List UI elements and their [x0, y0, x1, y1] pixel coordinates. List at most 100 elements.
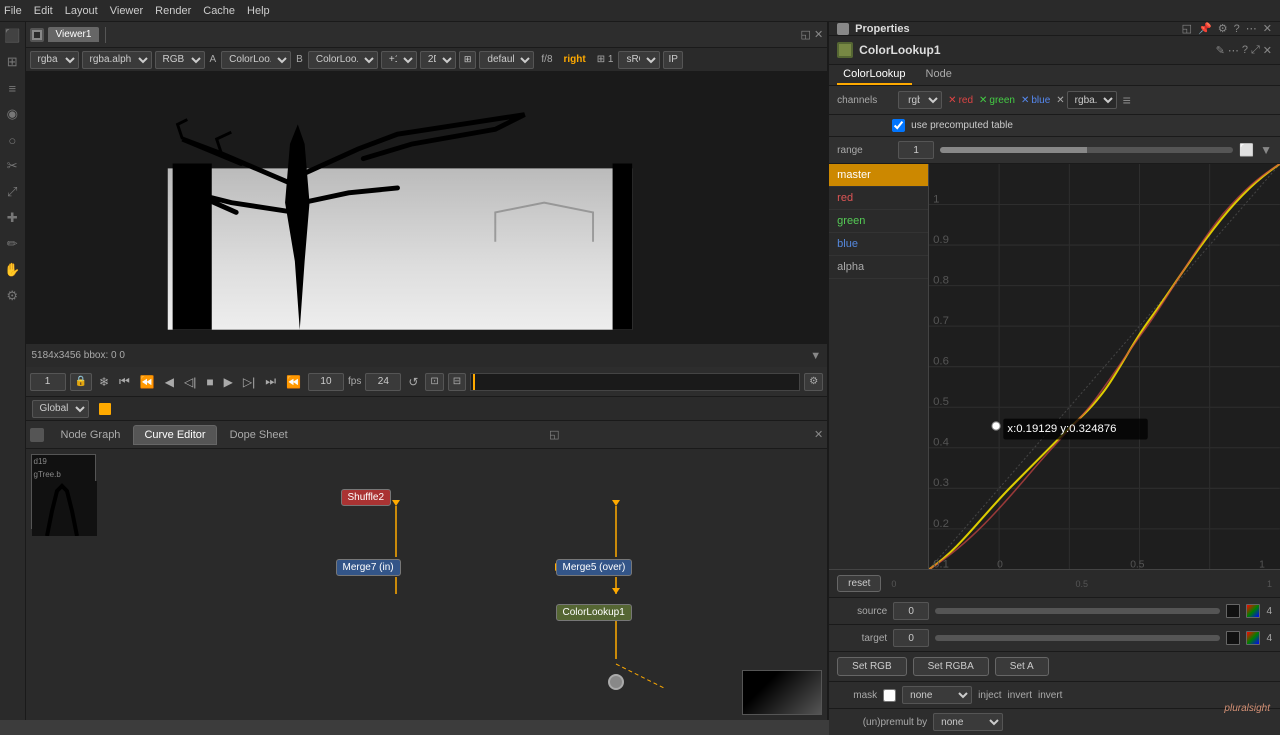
- sidebar-icon-paint[interactable]: ✏: [2, 234, 22, 254]
- channel-blue[interactable]: ✕ blue: [1021, 95, 1050, 106]
- range-slider[interactable]: [940, 147, 1233, 153]
- invert-btn[interactable]: invert: [1008, 690, 1032, 701]
- sidebar-icon-crop[interactable]: ✂: [2, 156, 22, 176]
- menu-edit[interactable]: Edit: [34, 5, 53, 17]
- colorspace-dropdown[interactable]: RGB: [155, 51, 205, 69]
- range-input[interactable]: [898, 141, 934, 159]
- ip-btn[interactable]: IP: [663, 51, 682, 69]
- range-white-btn[interactable]: ⬜: [1239, 143, 1254, 157]
- node-more-btn[interactable]: ⋯: [1228, 44, 1239, 57]
- node-close-btn[interactable]: ✕: [1263, 44, 1272, 57]
- timeline-settings-btn[interactable]: ⚙: [804, 373, 823, 391]
- channel-red-item[interactable]: red: [829, 187, 928, 210]
- panel-expand-btn[interactable]: ◱: [549, 428, 559, 441]
- rev-play-btn[interactable]: ◁|: [181, 374, 199, 390]
- scope-dropdown[interactable]: Global: [32, 400, 89, 418]
- viewer-close-btn[interactable]: ✕: [814, 28, 823, 41]
- unpremult-dropdown[interactable]: none: [933, 713, 1003, 731]
- props-float-btn[interactable]: ◱: [1182, 22, 1192, 35]
- panel-close-btn[interactable]: ✕: [814, 428, 823, 441]
- merge2-node[interactable]: Merge5 (over): [556, 559, 633, 576]
- merge1-node[interactable]: Merge7 (in): [336, 559, 401, 576]
- roi-btn[interactable]: ⊟: [448, 373, 466, 391]
- menu-help[interactable]: Help: [247, 5, 270, 17]
- channel-alpha-item[interactable]: alpha: [829, 256, 928, 279]
- props-help-btn[interactable]: ?: [1234, 23, 1240, 35]
- target-input[interactable]: [893, 629, 929, 647]
- rgba-x[interactable]: ✕: [1056, 95, 1064, 106]
- format-btn[interactable]: ⊞: [459, 51, 477, 69]
- precomp-checkbox[interactable]: [892, 119, 905, 132]
- curve-graph[interactable]: 1 0.9 0.8 0.7 0.6 0.5 0.4 0.3 0.2 0.1 0 …: [929, 164, 1280, 569]
- sidebar-icon-layers[interactable]: ≡: [2, 78, 22, 98]
- red-x[interactable]: ✕: [948, 95, 956, 106]
- menu-layout[interactable]: Layout: [65, 5, 98, 17]
- green-x[interactable]: ✕: [979, 95, 987, 106]
- next-frame-btn[interactable]: ▷|: [240, 374, 258, 390]
- menu-viewer[interactable]: Viewer: [110, 5, 143, 17]
- viewer-float-btn[interactable]: ◱: [801, 28, 811, 41]
- stop-btn[interactable]: ■: [203, 374, 216, 390]
- source-black-btn[interactable]: [1226, 604, 1240, 618]
- sidebar-icon-circle[interactable]: ○: [2, 130, 22, 150]
- channel-master[interactable]: master: [829, 164, 928, 187]
- gain-dropdown[interactable]: +11: [381, 51, 417, 69]
- viewer1-tab[interactable]: Viewer1: [48, 27, 100, 42]
- menu-render[interactable]: Render: [155, 5, 191, 17]
- alpha-dropdown[interactable]: rgba.alph: [82, 51, 152, 69]
- lock-btn[interactable]: 🔒: [70, 373, 92, 391]
- prev-10-btn[interactable]: ⏪: [283, 374, 304, 390]
- output-connector[interactable]: [608, 674, 624, 690]
- shuffle-node[interactable]: Shuffle2: [341, 489, 392, 506]
- channel-blue-item[interactable]: blue: [829, 233, 928, 256]
- frame-view-btn[interactable]: ⊡: [425, 373, 443, 391]
- channel-red[interactable]: ✕ red: [948, 95, 973, 106]
- timeline-scrub[interactable]: [470, 373, 800, 391]
- props-settings-btn[interactable]: ⚙: [1218, 22, 1228, 35]
- props-close-btn[interactable]: ✕: [1263, 22, 1272, 35]
- tab-node-graph[interactable]: Node Graph: [50, 425, 132, 445]
- fps-input[interactable]: [365, 373, 401, 391]
- sidebar-icon-grid[interactable]: ⊞: [2, 52, 22, 72]
- loop-btn[interactable]: ↺: [405, 374, 421, 390]
- tab-node[interactable]: Node: [920, 65, 958, 85]
- tab-dope-sheet[interactable]: Dope Sheet: [219, 425, 299, 445]
- skip-end-btn[interactable]: ⏭: [262, 373, 279, 390]
- node-a-select[interactable]: ColorLoo...: [221, 51, 291, 69]
- sidebar-icon-add[interactable]: ✚: [2, 208, 22, 228]
- target-black-btn[interactable]: [1226, 631, 1240, 645]
- menu-file[interactable]: File: [4, 5, 22, 17]
- menu-cache[interactable]: Cache: [203, 5, 235, 17]
- srgb-dropdown[interactable]: sRGB: [618, 51, 660, 69]
- mask-dropdown[interactable]: none: [902, 686, 972, 704]
- node-graph[interactable]: Shuffle2 Merge7 (in) Merge5 (over) Color…: [26, 449, 828, 720]
- set-rgb-btn[interactable]: Set RGB: [837, 657, 906, 676]
- sidebar-icon-settings[interactable]: ⚙: [2, 286, 22, 306]
- prev-frame-btn[interactable]: ◀: [162, 374, 177, 390]
- range-arrow-btn[interactable]: ▼: [1260, 143, 1272, 157]
- sidebar-icon-color[interactable]: ◉: [2, 104, 22, 124]
- channel-dropdown[interactable]: rgba: [30, 51, 79, 69]
- skip-start-btn[interactable]: ⏮: [116, 373, 133, 390]
- frame-count-input[interactable]: [308, 373, 344, 391]
- set-a-btn[interactable]: Set A: [995, 657, 1049, 676]
- play-btn[interactable]: ▶: [221, 374, 236, 390]
- mask-checkbox[interactable]: [883, 689, 896, 702]
- node-b-select[interactable]: ColorLoo...: [308, 51, 378, 69]
- channel-green-item[interactable]: green: [829, 210, 928, 233]
- rgba-dropdown[interactable]: rgba..: [1067, 91, 1117, 109]
- set-rgba-btn[interactable]: Set RGBA: [913, 657, 989, 676]
- channels-dropdown[interactable]: rgba: [898, 91, 942, 109]
- current-frame-input[interactable]: [30, 373, 66, 391]
- snowflake-btn[interactable]: ❄: [96, 374, 112, 390]
- sidebar-icon-viewer[interactable]: ⬛: [2, 26, 22, 46]
- props-pin-btn[interactable]: 📌: [1198, 22, 1212, 35]
- render-dropdown[interactable]: default: [479, 51, 534, 69]
- prev-keyframe-btn[interactable]: ⏪: [137, 374, 158, 390]
- channels-menu-btn[interactable]: ≡: [1123, 92, 1131, 108]
- source-slider[interactable]: [935, 608, 1220, 614]
- tab-colorlookup[interactable]: ColorLookup: [837, 65, 911, 85]
- channel-green[interactable]: ✕ green: [979, 95, 1015, 106]
- target-rgb-btn[interactable]: [1246, 631, 1260, 645]
- source-rgb-btn[interactable]: [1246, 604, 1260, 618]
